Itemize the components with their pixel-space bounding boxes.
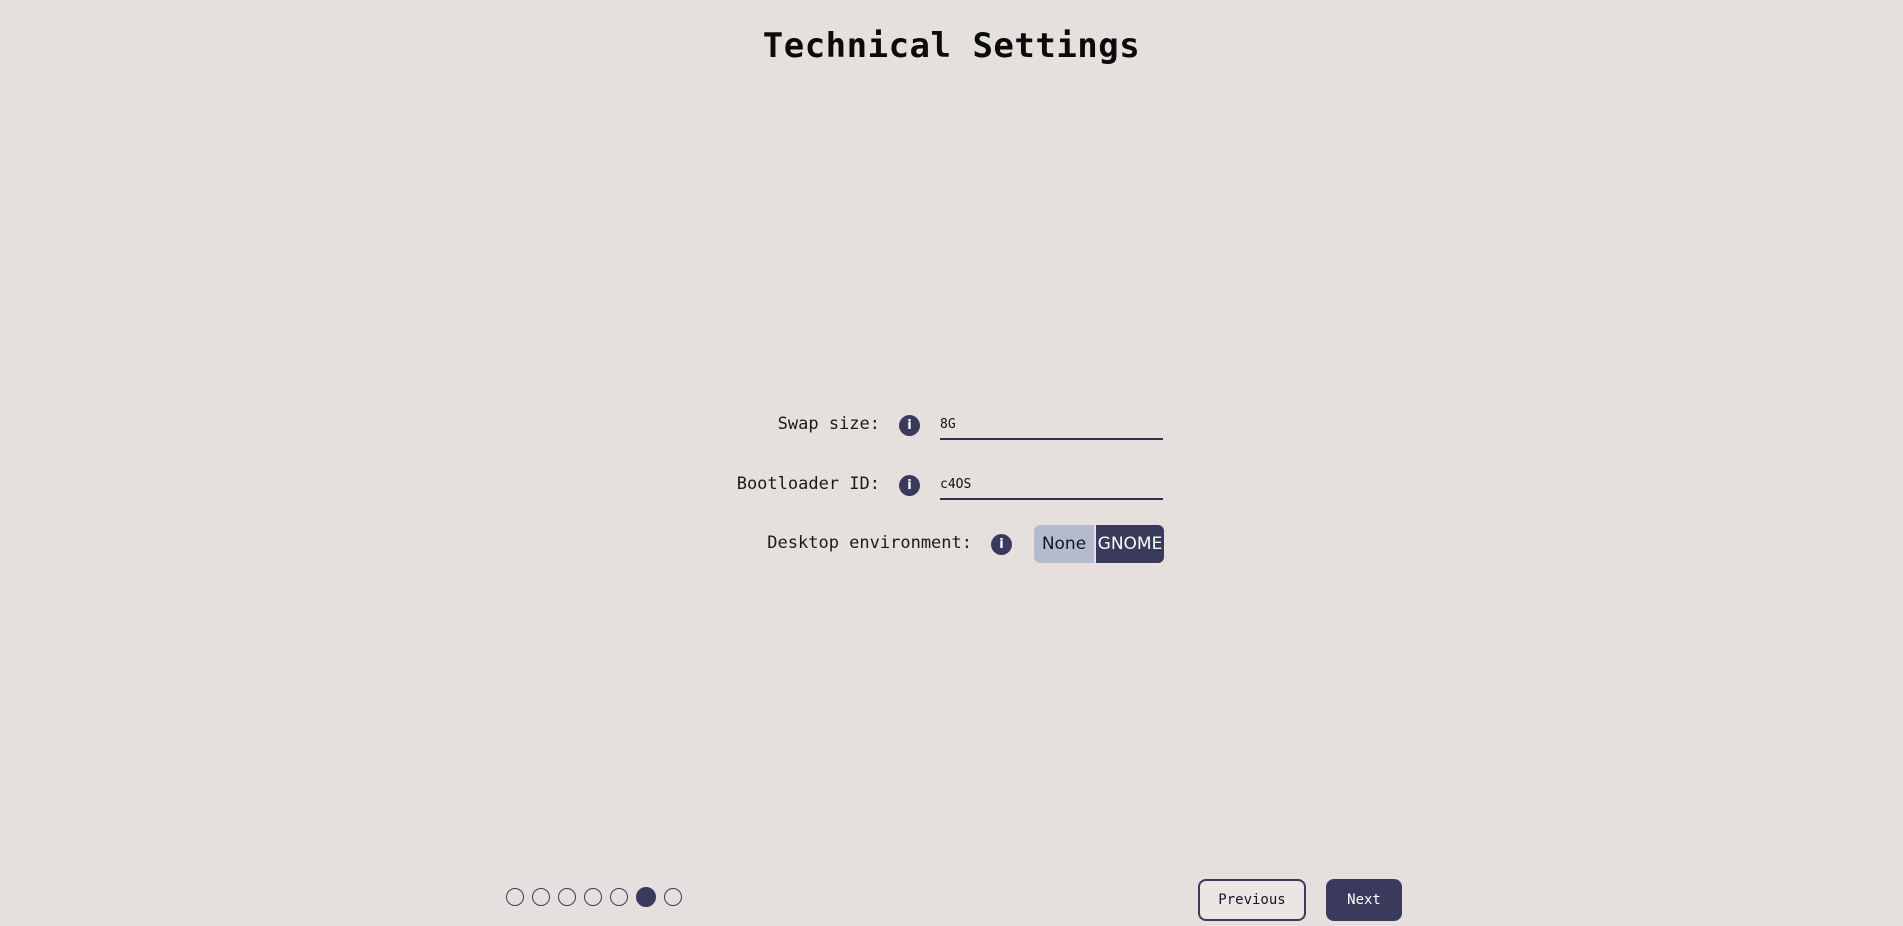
info-icon[interactable]: i <box>899 415 920 436</box>
info-icon[interactable]: i <box>991 534 1012 555</box>
previous-button[interactable]: Previous <box>1198 879 1306 921</box>
swap-size-label: Swap size: <box>777 414 880 434</box>
desktop-environment-selector: None GNOME <box>1034 525 1164 563</box>
next-button[interactable]: Next <box>1326 879 1402 921</box>
step-dot <box>610 888 628 906</box>
step-dot <box>584 888 602 906</box>
step-progress-indicator <box>506 887 682 907</box>
step-dot <box>664 888 682 906</box>
desktop-environment-label: Desktop environment: <box>767 533 972 553</box>
desktop-option-none[interactable]: None <box>1034 525 1094 563</box>
info-icon[interactable]: i <box>899 475 920 496</box>
step-dot-current <box>636 887 656 907</box>
step-dot <box>506 888 524 906</box>
step-dot <box>558 888 576 906</box>
desktop-option-gnome[interactable]: GNOME <box>1096 525 1164 563</box>
bootloader-id-label: Bootloader ID: <box>736 474 880 494</box>
page-title: Technical Settings <box>762 26 1141 66</box>
swap-size-input[interactable] <box>940 410 1163 440</box>
step-dot <box>532 888 550 906</box>
bootloader-id-input[interactable] <box>940 470 1163 500</box>
